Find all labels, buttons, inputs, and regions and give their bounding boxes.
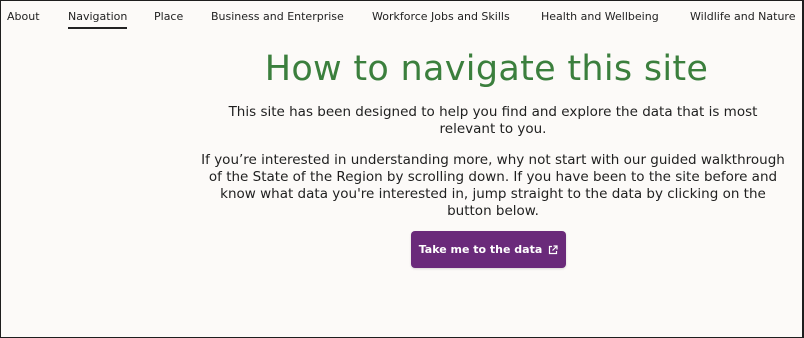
nav-item-wildlife-and-nature[interactable]: Wildlife and Nature — [690, 10, 795, 23]
page-title: How to navigate this site — [264, 49, 709, 89]
nav-item-health-and-wellbeing[interactable]: Health and Wellbeing — [541, 10, 659, 23]
intro-text: This site has been designed to help you … — [228, 104, 758, 137]
button-label: Take me to the data — [418, 243, 543, 256]
nav-item-navigation[interactable]: Navigation — [68, 10, 128, 29]
nav-item-business-and-enterprise[interactable]: Business and Enterprise — [211, 10, 344, 23]
page: About Navigation Place Business and Ente… — [0, 0, 804, 338]
nav-item-about[interactable]: About — [7, 10, 40, 23]
external-link-icon — [548, 244, 558, 255]
guide-text: If you’re interested in understanding mo… — [201, 152, 785, 219]
nav-item-place[interactable]: Place — [154, 10, 183, 23]
take-me-to-the-data-button[interactable]: Take me to the data — [411, 231, 566, 268]
nav-item-workforce-jobs-and-skills[interactable]: Workforce Jobs and Skills — [372, 10, 510, 23]
top-navigation: About Navigation Place Business and Ente… — [1, 1, 802, 33]
